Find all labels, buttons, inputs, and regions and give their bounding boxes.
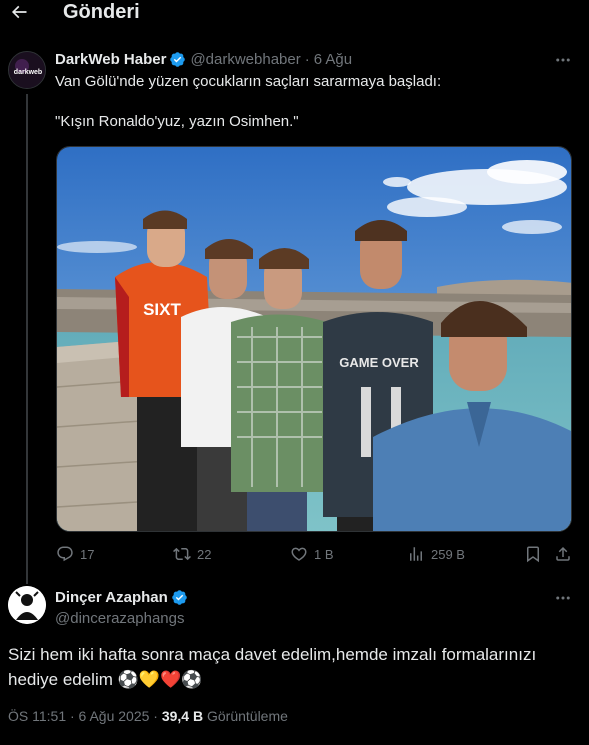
bookmark-icon	[527, 546, 539, 563]
repost-count: 22	[197, 546, 212, 562]
avatar-logo-text: darkweb	[14, 69, 42, 76]
more-options-button[interactable]	[553, 52, 573, 68]
thread-line	[26, 94, 28, 584]
author-handle[interactable]: @darkwebhaber	[190, 51, 300, 68]
tweet-text-line1: Van Gölü'nde yüzen çocukların saçları sa…	[55, 73, 442, 90]
reply-text-content: Sizi hem iki hafta sonra maça davet edel…	[8, 645, 537, 689]
user-avatar-icon	[8, 586, 46, 624]
more-horizontal-icon	[556, 596, 570, 600]
reply-author-handle[interactable]: @dincerazaphangs	[55, 610, 184, 627]
back-button[interactable]	[8, 0, 30, 24]
tweet-timestamp[interactable]: ÖS 11:51 · 6 Ağu 2025 ·	[8, 708, 158, 724]
heart-icon	[291, 547, 307, 561]
verified-badge-icon	[170, 52, 186, 67]
more-horizontal-icon	[556, 58, 570, 62]
reply-count: 17	[80, 546, 95, 562]
repost-action[interactable]: 22	[173, 545, 211, 563]
tweet-meta: ÖS 11:51 · 6 Ağu 2025 · 39,4 B Görüntüle…	[8, 708, 288, 724]
separator-dot: ·	[304, 51, 310, 68]
reply-text: Sizi hem iki hafta sonra maça davet edel…	[8, 642, 568, 692]
tweet-text-line2: "Kışın Ronaldo'yuz, yazın Osimhen."	[55, 113, 299, 130]
bookmark-action[interactable]	[524, 545, 542, 563]
repost-icon	[173, 547, 191, 561]
verified-badge-icon	[172, 590, 187, 605]
tweet-photo[interactable]: SIXT GAME OVER	[56, 146, 572, 532]
views-total: 39,4 B	[161, 708, 204, 724]
like-action[interactable]: 1 B	[290, 545, 334, 563]
reply-icon	[57, 546, 73, 562]
reply-more-options-button[interactable]	[553, 590, 573, 606]
jersey-text: SIXT	[143, 300, 181, 319]
shirt-text: GAME OVER	[339, 355, 419, 370]
page-header: Gönderi	[0, 0, 589, 28]
reply-author-name[interactable]: Dinçer Azaphan	[55, 589, 168, 606]
reply-author-row: Dinçer Azaphan	[55, 589, 192, 606]
reply-handle-row: @dincerazaphangs	[55, 610, 184, 627]
arrow-left-icon	[11, 5, 27, 19]
views-action[interactable]: 259 B	[407, 545, 465, 563]
views-chart-icon	[410, 547, 422, 561]
page-title: Gönderi	[63, 1, 140, 23]
avatar-dincer[interactable]	[8, 586, 46, 624]
avatar-darkweb[interactable]: darkweb	[8, 51, 46, 89]
tweet-author-row: DarkWeb Haber @darkwebhaber · 6 Ağu	[55, 51, 352, 68]
photo-illustration: SIXT GAME OVER	[57, 147, 571, 531]
tweet-date[interactable]: 6 Ağu	[314, 51, 352, 68]
like-count: 1 B	[314, 546, 334, 562]
views-count: 259 B	[431, 546, 465, 562]
darkweb-logo-icon: darkweb	[9, 52, 45, 88]
views-label: Görüntüleme	[206, 708, 288, 724]
share-icon	[556, 546, 570, 561]
author-name[interactable]: DarkWeb Haber	[55, 51, 166, 68]
share-action[interactable]	[554, 545, 572, 563]
reply-action[interactable]: 17	[56, 545, 94, 563]
